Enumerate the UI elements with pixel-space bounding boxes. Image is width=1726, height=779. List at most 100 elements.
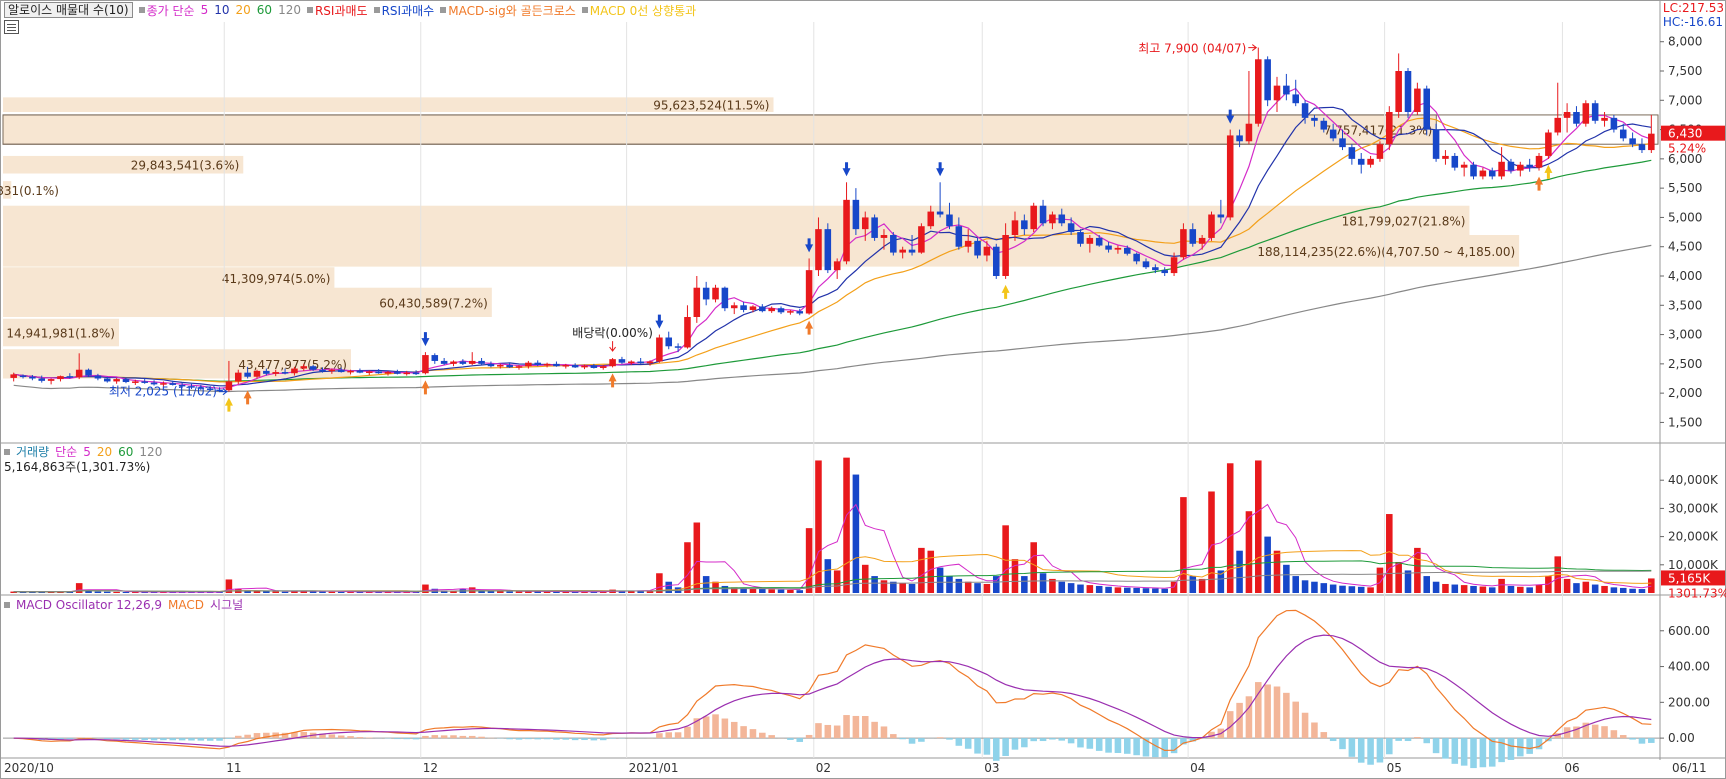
candle-body <box>730 305 738 309</box>
oscillator-bar <box>1591 724 1599 739</box>
macd-cross-arrow <box>243 390 252 405</box>
legend-ma60: 60 <box>256 3 273 17</box>
macd-tick-label: 0.00 <box>1668 731 1695 745</box>
volume-bar <box>1395 561 1402 593</box>
candle-body <box>478 360 485 364</box>
volume-bar <box>319 591 326 593</box>
candle-body <box>749 306 757 310</box>
candle-body <box>1404 71 1412 112</box>
candle-body <box>768 308 775 312</box>
volume-bar <box>1320 583 1328 593</box>
legend-price-ma[interactable]: 종가 단순 <box>138 2 195 19</box>
volume-bar <box>1610 587 1618 593</box>
candle-body <box>459 361 467 364</box>
current-volume-pct: 1301.73% <box>1668 586 1726 600</box>
candle-body <box>38 378 46 381</box>
oscillator-bar <box>1507 738 1515 760</box>
candle-body <box>1357 158 1365 165</box>
legend-rsi-oversold[interactable]: RSI과매도 <box>306 2 368 19</box>
oscillator-bar <box>328 734 336 739</box>
volume-bar <box>749 588 757 593</box>
oscillator-bar <box>412 738 420 740</box>
candle-body <box>103 378 111 382</box>
oscillator-bar <box>1301 712 1309 739</box>
candle-body <box>1198 237 1206 244</box>
macd-title[interactable]: MACD Oscillator 12,26,9 <box>16 598 162 612</box>
indicator-selector[interactable]: 알로이스 매물대 수(10) <box>4 2 133 18</box>
oscillator-bar <box>1339 738 1346 750</box>
macd-zero-arrow <box>224 397 233 412</box>
volume-bar <box>974 583 981 593</box>
volume-bar <box>1142 588 1150 593</box>
macd-cross-arrow <box>421 380 430 395</box>
oscillator-bar <box>1105 738 1112 753</box>
volume-bar <box>796 590 804 593</box>
candle-body <box>234 372 242 382</box>
volume-bar <box>712 581 719 593</box>
oscillator-bar <box>721 718 729 739</box>
candle-body <box>1283 85 1290 95</box>
volume-bar <box>328 591 336 593</box>
candle-body <box>47 379 55 381</box>
candle-body <box>1086 237 1094 244</box>
candle-body <box>955 226 963 247</box>
volume-tick-label: 10,000K <box>1668 558 1719 572</box>
legend-macd-zero[interactable]: MACD 0선 상향통과 <box>581 2 696 19</box>
candle-body <box>1601 117 1608 121</box>
macd-tick-label: 600.00 <box>1668 624 1710 638</box>
oscillator-bar <box>1648 738 1655 743</box>
candle-body <box>356 370 364 373</box>
candle-body <box>646 361 654 364</box>
oscillator-bar <box>955 738 963 746</box>
table-icon[interactable] <box>4 20 19 34</box>
oscillator-bar <box>506 738 513 740</box>
volume-profile-label: 706,831(0.1%) <box>0 184 59 198</box>
oscillator-bar <box>899 738 906 740</box>
volume-bar <box>75 583 83 593</box>
volume-bar <box>1114 587 1122 593</box>
candle-body <box>431 355 439 361</box>
candle-body <box>880 235 888 238</box>
candle-body <box>66 376 74 378</box>
x-axis-label: 02 <box>816 761 831 775</box>
legend-macd-cross[interactable]: MACD-sig와 골든크로스 <box>440 2 576 19</box>
volume-bar <box>805 528 813 593</box>
candle-body <box>936 211 944 215</box>
candle-body <box>543 363 551 366</box>
signal-label: 시그널 <box>210 598 244 612</box>
oscillator-bar <box>515 738 523 740</box>
volume-bar <box>1582 581 1590 593</box>
candle-body <box>1442 155 1449 159</box>
candle-body <box>422 355 429 374</box>
candle-body <box>637 361 644 364</box>
oscillator-bar <box>122 738 130 740</box>
volume-bar <box>337 591 345 593</box>
oscillator-bar <box>75 737 83 739</box>
oscillator-bar <box>431 735 439 739</box>
candle-body <box>450 361 457 364</box>
candle-body <box>515 366 523 368</box>
oscillator-bar <box>1442 738 1449 759</box>
oscillator-bar <box>244 734 251 739</box>
legend-ma120: 120 <box>278 3 301 17</box>
stock-chart[interactable]: 95,623,524(11.5%)7,757,417(21.3%)29,843,… <box>0 0 1726 779</box>
rsi-overbought-arrow <box>655 314 664 329</box>
volume-bar <box>1423 576 1431 593</box>
legend-rsi-overbought[interactable]: RSI과매수 <box>373 2 434 19</box>
candle-body <box>1488 170 1496 177</box>
axes: 8,0007,5007,0006,5006,0005,5005,0004,500… <box>4 35 1726 775</box>
volume-tick-label: 40,000K <box>1668 473 1719 487</box>
oscillator-bar <box>1011 738 1019 750</box>
oscillator-bar <box>880 726 888 739</box>
x-axis-end-label: 06/11 <box>1672 761 1707 775</box>
oscillator-bar <box>1367 738 1374 765</box>
oscillator-bar <box>1067 738 1075 744</box>
oscillator-bar <box>1432 738 1440 754</box>
oscillator-bar <box>132 738 139 740</box>
high-annotation: 최고 7,900 (04/07) <box>1138 42 1246 56</box>
oscillator-bar <box>730 721 738 739</box>
oscillator-bar <box>852 715 860 739</box>
oscillator-bar <box>1329 738 1337 742</box>
volume-bar <box>1021 576 1028 593</box>
legend-ma20: 20 <box>235 3 251 17</box>
